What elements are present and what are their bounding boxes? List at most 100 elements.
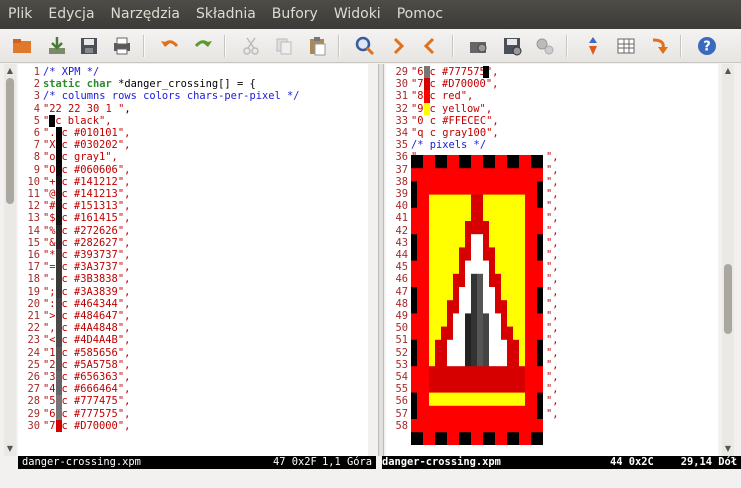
pixel-cell [531,326,538,341]
scroll-down-icon[interactable]: ▼ [5,444,15,454]
pixel-cell [429,313,436,327]
left-scrollbar[interactable]: ▲ ▼ [4,64,16,456]
pane-divider[interactable] [378,64,384,456]
menu-item-6[interactable]: Pomoc [389,0,451,29]
pixel-cell [465,339,472,354]
save-session-button[interactable] [499,33,525,59]
pixel-cell [501,207,508,222]
save-button[interactable] [76,33,102,59]
goto-button[interactable] [646,33,672,59]
pixel-cell [417,432,424,445]
left-editor-pane[interactable]: 1/* XPM */2 static char *danger_crossing[… [18,64,368,456]
open-button[interactable] [9,33,35,59]
table-button[interactable] [613,33,639,59]
pixel-cell [417,181,424,195]
pixel-cell [525,432,532,445]
pixel-cell [453,392,460,407]
pixel-cell [447,194,454,209]
code-token: "o [43,151,56,164]
pixel-cell [513,194,520,209]
pixel-cell [417,168,424,182]
pixel-cell [459,207,466,222]
pixel-cell [417,221,424,235]
code-token: "$ [43,212,56,225]
menu-item-4[interactable]: Bufory [264,0,326,29]
copy-button[interactable] [271,33,297,59]
pixel-cell [465,419,472,433]
pixel-row-close: ", [546,358,559,371]
line-number: 37 [395,163,408,176]
pixel-cell [411,366,418,380]
line-number: 14 [27,224,40,237]
pixel-cell [519,168,526,182]
scroll-thumb[interactable] [724,264,732,334]
pixel-row-close: ", [546,285,559,298]
pixel-row-close: ", [546,212,559,225]
pixel-cell [507,181,514,195]
code-token: "O [43,163,56,176]
pixel-cell [531,273,538,288]
code-line: 31 "8 c red", [386,90,473,103]
code-token: c #282627", [61,236,131,249]
find-prev-button[interactable] [417,33,443,59]
pixel-cell [435,221,442,235]
pixel-cell [435,326,442,341]
menu-item-1[interactable]: Edycja [40,0,102,29]
code-token: c #585656", [61,346,131,359]
pixel-cell [537,194,543,209]
pixel-cell [537,339,543,354]
pixel-cell [483,207,490,222]
code-line: 3/* columns rows colors chars-per-pixel … [18,90,300,102]
toolbar-separator [338,35,340,57]
menu-item-2[interactable]: Narzędzia [103,0,188,29]
pixel-cell [537,287,543,301]
tools-button[interactable] [466,33,492,59]
scroll-thumb[interactable] [6,78,14,204]
text-cursor [483,66,489,78]
pixel-cell [453,207,460,222]
pixel-cell [453,260,460,275]
pixel-cell [537,379,543,393]
pixel-row-close: ", [546,175,559,188]
pixel-cell [447,405,454,420]
scroll-down-icon[interactable]: ▼ [723,444,733,454]
paste-button[interactable] [304,33,330,59]
pixel-cell [441,353,448,367]
line-number: 22 [27,322,40,335]
pixel-cell [513,221,520,235]
syntax-button[interactable] [580,33,606,59]
pixel-cell [435,207,442,222]
pixel-cell [423,234,430,248]
code-line: 34 "q c gray100", [386,127,498,139]
pixel-cell [465,326,472,341]
right-scrollbar[interactable]: ▲ ▼ [722,64,734,456]
download-button[interactable] [44,33,70,59]
pixel-cell [537,392,543,407]
pixel-cell [471,207,478,222]
scroll-up-icon[interactable]: ▲ [723,66,733,76]
help-button[interactable]: ? [694,33,720,59]
menu-item-0[interactable]: Plik [0,0,40,29]
pixel-cell [507,353,514,367]
redo-button[interactable] [190,33,216,59]
pixel-cell [411,181,418,195]
pixel-cell [423,181,430,195]
line-number: 39 [395,188,408,200]
undo-button[interactable] [157,33,183,59]
pixel-cell [489,353,496,367]
cut-button[interactable] [238,33,264,59]
find-button[interactable] [352,33,378,59]
pixel-cell [435,287,442,301]
menu-item-5[interactable]: Widoki [326,0,389,29]
pixel-cell [477,181,484,195]
settings-button[interactable] [532,33,558,59]
find-next-button[interactable] [385,33,411,59]
menu-item-3[interactable]: Składnia [188,0,264,29]
pixel-cell [489,366,496,380]
pixel-cell [435,247,442,261]
print-button[interactable] [109,33,135,59]
code-token: "% [43,224,56,237]
line-number: 31 [395,90,408,103]
scroll-up-icon[interactable]: ▲ [5,66,15,76]
code-token: "> [43,310,56,322]
